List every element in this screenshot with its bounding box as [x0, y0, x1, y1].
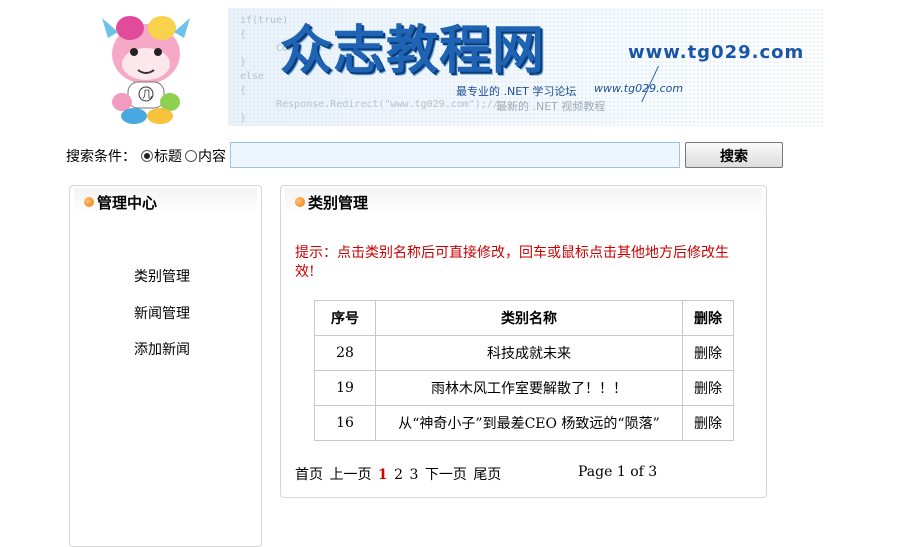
site-banner: if(true) { Cons } else { Response.Redire…	[228, 8, 824, 126]
brand-slogan: 最专业的 .NET 学习论坛	[456, 85, 577, 98]
pager-page-link[interactable]: 2	[394, 467, 403, 483]
row-category-name[interactable]: 科技成就未来	[375, 335, 683, 371]
page-info: Page 1 of 3	[578, 464, 658, 480]
column-header-delete: 删除	[682, 300, 734, 336]
search-button[interactable]: 搜索	[685, 142, 783, 168]
sidebar-item-news[interactable]: 新闻管理	[134, 303, 190, 323]
row-delete-link[interactable]: 删除	[682, 335, 734, 371]
row-delete-link[interactable]: 删除	[682, 405, 734, 441]
radio-content-label: 内容	[198, 149, 226, 165]
search-input[interactable]	[230, 142, 680, 168]
table-row: 19 雨林木风工作室要解散了！！！ 删除	[314, 370, 734, 406]
row-delete-link[interactable]: 删除	[682, 370, 734, 406]
sidebar-header: 管理中心	[74, 188, 257, 216]
pager-page-current: 1	[377, 467, 388, 483]
table-header-row: 序号 类别名称 删除	[314, 300, 734, 336]
pager-next-link[interactable]: 下一页	[425, 467, 467, 483]
svg-text:几: 几	[142, 89, 152, 101]
pagination: 首页 上一页 1 2 3 下一页 尾页	[295, 464, 503, 484]
column-header-name: 类别名称	[375, 300, 683, 336]
page-title: 类别管理	[308, 193, 369, 212]
sidebar-item-category[interactable]: 类别管理	[134, 266, 190, 286]
radio-title[interactable]: 标题	[141, 146, 182, 166]
hint-message: 提示：点击类别名称后可直接修改，回车或鼠标点击其他地方后修改生效!	[295, 245, 729, 280]
brand-tagline: 最新的 .NET 视频教程	[496, 100, 606, 113]
sidebar-panel: 管理中心 类别管理 新闻管理 添加新闻	[69, 185, 262, 547]
row-category-name[interactable]: 从“神奇小子”到最差CEO 杨致远的“陨落”	[375, 405, 683, 441]
row-id: 19	[314, 370, 376, 406]
search-label: 搜索条件：	[66, 149, 136, 165]
row-id: 28	[314, 335, 376, 371]
category-table: 序号 类别名称 删除 28 科技成就未来 删除 19 雨林木风工作室要解散了！！…	[314, 300, 734, 441]
pager-last-link[interactable]: 尾页	[473, 467, 501, 483]
pager-prev-link[interactable]: 上一页	[329, 467, 371, 483]
sidebar-item-add-news[interactable]: 添加新闻	[134, 339, 190, 359]
pager-page-link[interactable]: 3	[409, 467, 418, 483]
radio-content-circle[interactable]	[185, 150, 197, 162]
bullet-icon	[295, 197, 305, 207]
mascot-logo: 几	[100, 8, 192, 126]
table-row: 16 从“神奇小子”到最差CEO 杨致远的“陨落” 删除	[314, 405, 734, 441]
radio-content[interactable]: 内容	[185, 146, 226, 166]
bullet-icon	[84, 197, 94, 207]
radio-title-circle[interactable]	[141, 150, 153, 162]
brand-slogan-site: www.tg029.com	[594, 82, 684, 95]
main-header: 类别管理	[285, 188, 762, 216]
radio-title-label: 标题	[154, 149, 182, 165]
brand-title: 众志教程网	[280, 21, 546, 81]
row-category-name[interactable]: 雨林木风工作室要解散了！！！	[375, 370, 683, 406]
table-row: 28 科技成就未来 删除	[314, 335, 734, 371]
pager-first-link[interactable]: 首页	[295, 467, 323, 483]
main-panel: 类别管理 提示：点击类别名称后可直接修改，回车或鼠标点击其他地方后修改生效! 序…	[280, 185, 767, 498]
column-header-id: 序号	[314, 300, 376, 336]
sidebar-title: 管理中心	[97, 193, 158, 212]
brand-url: www.tg029.com	[628, 42, 805, 63]
row-id: 16	[314, 405, 376, 441]
